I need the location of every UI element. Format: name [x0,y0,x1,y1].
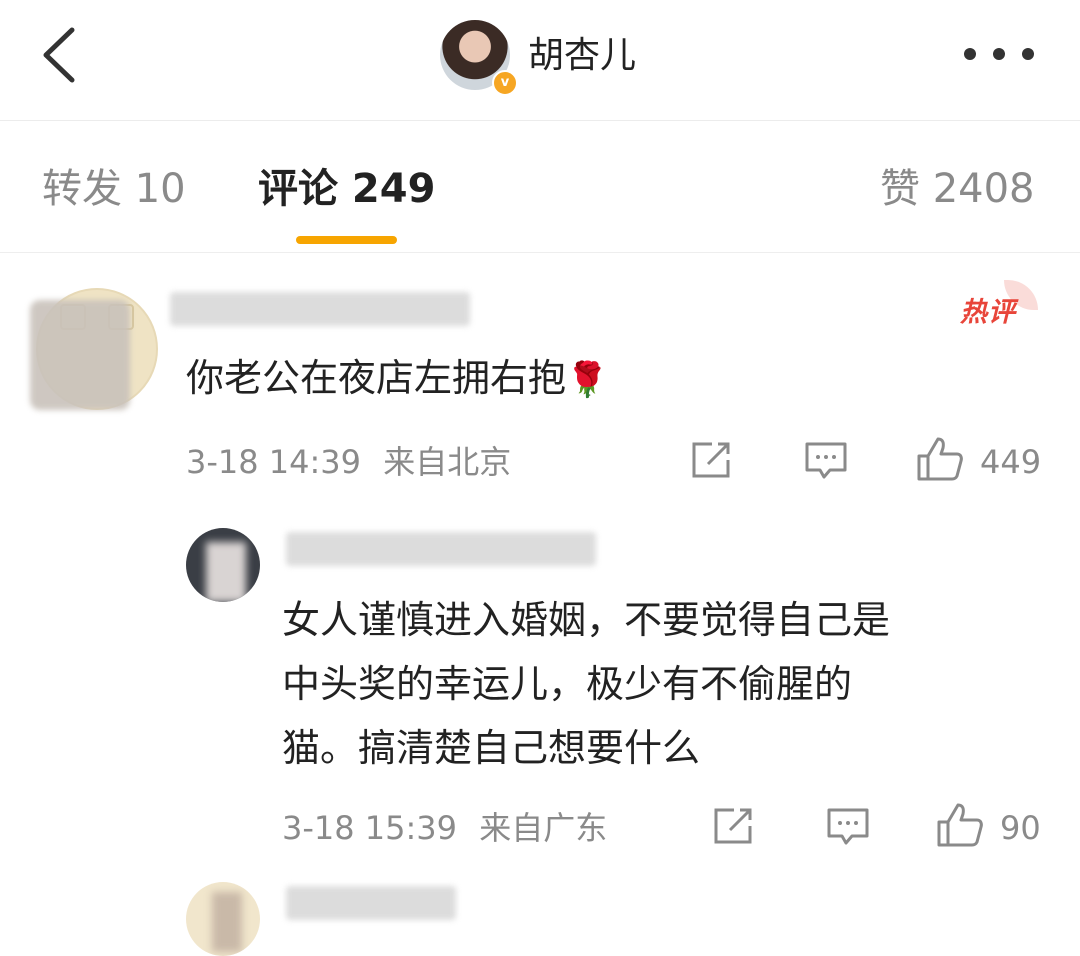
avatar-blur-mask [30,300,130,410]
like-icon[interactable] [936,802,984,848]
reply-meta: 3-18 15:39 来自广东 [282,806,607,850]
tab-reposts[interactable]: 转发 10 [42,160,186,218]
reply-line: 猫。搞清楚自己想要什么 [282,726,701,770]
reply-name-blurred[interactable] [286,886,456,920]
share-icon[interactable] [712,806,756,846]
comment-time: 3-18 14:39 [186,443,362,481]
reply-avatar[interactable] [186,528,260,602]
rose-emoji: 🌹 [566,360,609,400]
comment-icon[interactable] [804,440,848,480]
hot-comment-badge: 热评 [960,297,1016,328]
reply-time: 3-18 15:39 [282,809,458,847]
reply-line: 女人谨慎进入婚姻，不要觉得自己是 [282,598,891,642]
like-count: 90 [1000,809,1041,847]
page-title[interactable]: 胡杏儿 [528,30,636,82]
tab-likes[interactable]: 赞 2408 [880,160,1035,218]
like-count: 449 [980,443,1042,481]
reply-line: 中头奖的幸运儿，极少有不偷腥的 [282,662,853,706]
more-options-icon[interactable] [964,48,1034,62]
tab-comments[interactable]: 评论 249 [258,160,435,218]
verified-badge-icon: v [492,70,518,96]
commenter-name-blurred[interactable] [170,292,470,326]
comment-location: 来自北京 [383,443,512,481]
reply-text: 女人谨慎进入婚姻，不要觉得自己是 中头奖的幸运儿，极少有不偷腥的 猫。搞清楚自己… [282,588,890,780]
reply-name-blurred[interactable] [286,532,596,566]
comment-meta: 3-18 14:39 来自北京 [186,440,511,484]
comment-icon[interactable] [826,806,870,846]
comment-body: 你老公在夜店左拥右抱 [186,356,567,400]
active-tab-indicator [296,236,397,244]
like-icon[interactable] [916,436,964,482]
comment-text: 你老公在夜店左拥右抱🌹 [186,346,608,412]
share-icon[interactable] [690,440,734,480]
reply-avatar[interactable] [186,882,260,956]
reply-location: 来自广东 [479,809,608,847]
back-chevron-icon[interactable] [40,26,80,84]
